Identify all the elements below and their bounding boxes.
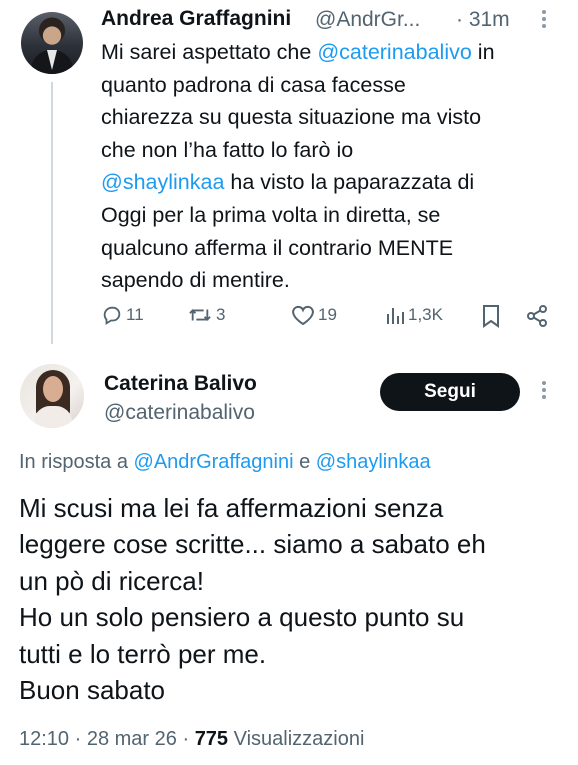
tweet-line: Buon sabato xyxy=(19,675,166,706)
mention-link[interactable]: @AndrGraffagnini xyxy=(134,451,294,473)
tweet-time[interactable]: · 31m xyxy=(456,8,510,32)
reply-button[interactable]: 11 xyxy=(101,304,144,326)
views-count: 775 xyxy=(194,728,229,750)
author-handle[interactable]: @caterinabalivo xyxy=(104,401,255,425)
repost-icon xyxy=(189,309,211,321)
share-icon xyxy=(527,305,547,327)
views-button[interactable]: 1,3K xyxy=(385,304,443,326)
reply-count: 11 xyxy=(126,305,144,324)
tweet-text: Mi scusi ma lei fa affermazioni senza le… xyxy=(19,490,564,708)
tweet-line: qualcuno afferma il contrario MENTE xyxy=(101,235,454,260)
tweet-line: tutti e lo terrò per me. xyxy=(19,638,267,669)
tweet-line: @shaylinkaa ha visto la paparazzata di xyxy=(101,170,475,195)
repost-count: 3 xyxy=(216,305,226,324)
tweet-line: Mi scusi ma lei fa affermazioni senza xyxy=(19,493,444,523)
more-icon[interactable] xyxy=(541,10,547,28)
views-label: Visualizzazioni xyxy=(233,728,365,750)
tweet-meta: 12:10 · 28 mar 26 · 775 Visualizzazioni xyxy=(19,728,365,750)
bookmark-icon xyxy=(483,305,499,328)
mention-link[interactable]: @caterinabalivo xyxy=(317,40,472,64)
follow-button[interactable]: Segui xyxy=(380,373,520,411)
author-name[interactable]: Caterina Balivo xyxy=(104,372,257,396)
reply-context: In risposta a @AndrGraffagnini e @shayli… xyxy=(19,451,431,473)
tweet-line: sapendo di mentire. xyxy=(101,268,290,293)
author-name[interactable]: Andrea Graffagnini xyxy=(101,7,291,31)
mention-link[interactable]: @shaylinkaa xyxy=(101,170,224,194)
more-icon[interactable] xyxy=(541,381,547,399)
views-count: 1,3K xyxy=(408,305,443,324)
tweet-text: Mi sarei aspettato che @caterinabalivo i… xyxy=(101,36,563,297)
like-button[interactable]: 19 xyxy=(291,304,337,326)
thread-line xyxy=(51,82,53,344)
like-count: 19 xyxy=(318,305,337,324)
avatar[interactable] xyxy=(20,364,84,428)
tweet-line: Oggi per la prima volta in diretta, se xyxy=(101,202,441,227)
tweet-timestamp[interactable]: 12:10 · 28 mar 26 xyxy=(19,728,177,750)
reply-icon xyxy=(103,306,121,325)
mention-link[interactable]: @shaylinkaa xyxy=(316,451,431,473)
tweet-line: leggere cose scritte... siamo a sabato e… xyxy=(19,529,486,560)
author-handle[interactable]: @AndrGr... xyxy=(315,8,420,32)
analytics-icon xyxy=(387,308,404,324)
tweet-line: che non l’ha fatto lo farò io xyxy=(101,137,354,162)
tweet-line: quanto padrona di casa facesse xyxy=(101,72,406,97)
repost-button[interactable]: 3 xyxy=(187,304,225,326)
tweet-actions: 11 3 19 1,3K xyxy=(101,304,561,336)
heart-icon xyxy=(292,305,314,326)
tweet-line: Ho un solo pensiero a questo punto su xyxy=(19,602,465,633)
share-button[interactable] xyxy=(525,304,549,328)
tweet-line: un pò di ricerca! xyxy=(19,565,204,596)
tweet-line: Mi sarei aspettato che @caterinabalivo i… xyxy=(101,40,495,64)
avatar[interactable] xyxy=(21,12,83,74)
bookmark-button[interactable] xyxy=(481,304,501,328)
tweet-line: chiarezza su questa situazione ma visto xyxy=(101,105,482,130)
